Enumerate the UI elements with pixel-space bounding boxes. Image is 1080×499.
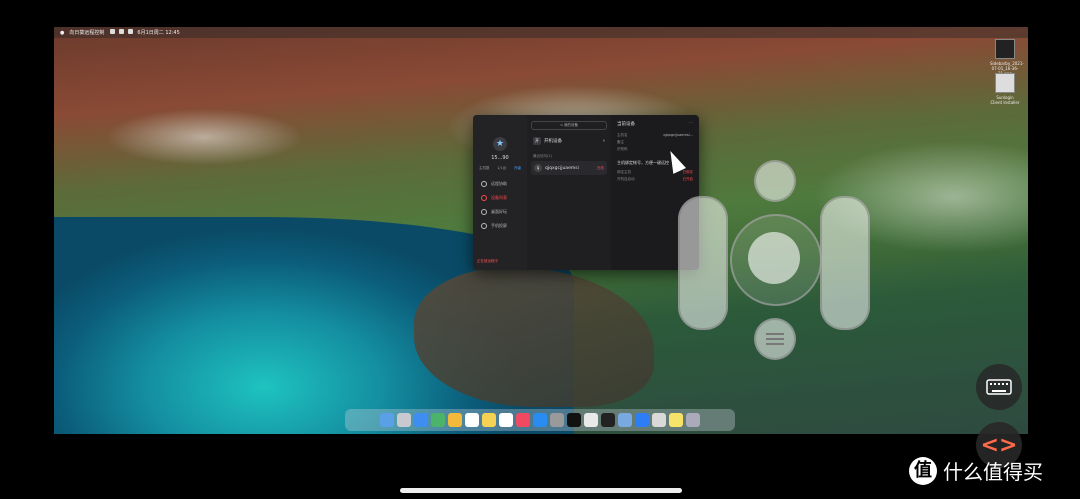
detail-title: 当前设备 — [617, 122, 635, 127]
detail-value: qjqxgcjjuaemsi... — [663, 133, 693, 137]
epic-icon[interactable] — [601, 413, 615, 427]
sidebar-item-device-list[interactable]: 设备列表 — [473, 191, 527, 205]
status-icon[interactable] — [110, 29, 116, 34]
sidebar-item-label: 手机投屏 — [491, 223, 507, 228]
photos-icon[interactable] — [448, 413, 462, 427]
virtual-gamepad[interactable] — [676, 160, 876, 360]
apple-icon[interactable]: ● — [60, 30, 64, 36]
mac-dock — [345, 409, 735, 431]
sparkle-icon — [481, 209, 487, 215]
detail-header: 当前设备 ··· — [617, 121, 693, 127]
link-icon — [481, 181, 487, 187]
watermark-logo: 值 — [909, 456, 937, 485]
qq-icon[interactable] — [567, 413, 581, 427]
sidebar-item-label: 设备列表 — [491, 195, 507, 200]
upgrade-link[interactable]: 升级 — [514, 166, 521, 171]
device-list-item[interactable]: q qjqxgcjjuaemsi 在线 — [531, 161, 607, 175]
menubar-status: 6月1日周二 12:45 — [104, 27, 1022, 42]
sunlogin-icon[interactable] — [635, 413, 649, 427]
calendar-icon[interactable] — [465, 413, 479, 427]
hamburger-menu-icon[interactable] — [754, 318, 796, 360]
watermark-text: 什么值得买 — [943, 460, 1043, 484]
sidebar-item-screen-mirror[interactable]: 手机投屏 — [473, 219, 527, 233]
recent-label: 最近访问(1) — [533, 154, 552, 158]
desktop-file-icon[interactable]: Sidebarby_2021-07-01_16-36-31.png — [990, 39, 1024, 76]
device-icon — [481, 195, 487, 201]
detail-key: 主机名 — [617, 133, 628, 137]
music-icon[interactable] — [516, 413, 530, 427]
mirror-icon — [481, 223, 487, 229]
left-trigger-button[interactable] — [678, 196, 728, 330]
watermark: 值 什么值得买 — [909, 456, 1043, 485]
sidebar-nav: 远程协助 设备列表 桌面好玩 手机投屏 — [473, 177, 527, 233]
keyboard-button[interactable] — [976, 364, 1022, 410]
keyboard-icon — [986, 379, 1012, 395]
menubar-clock[interactable]: 6月1日周二 12:45 — [137, 29, 179, 36]
status-icon[interactable] — [119, 29, 125, 34]
device-list-panel: < 我的设备 开 开机设备 ▾ 最近访问(1) q qjqxgcjjuaemsi… — [527, 115, 611, 270]
stickies-icon[interactable] — [669, 413, 683, 427]
mac-menubar: ● 向日葵远程控制 6月1日周二 12:45 — [54, 27, 1028, 38]
chevron-down-icon[interactable]: ▾ — [603, 139, 605, 144]
joystick-knob[interactable] — [748, 232, 800, 284]
desktop-installer-label: Sunlogin Client Installer — [990, 95, 1020, 105]
menubar-app-name[interactable]: 向日葵远程控制 — [69, 29, 104, 36]
star-icon[interactable]: ★ — [493, 137, 507, 151]
more-icon[interactable]: ··· — [689, 121, 693, 127]
detail-key: 开机自启动 — [617, 177, 635, 181]
device-group-row[interactable]: 开 开机设备 ▾ — [531, 134, 607, 148]
plan-label: 主机数 — [479, 166, 490, 170]
sidebar-item-label: 桌面好玩 — [491, 209, 507, 214]
launchpad-icon[interactable] — [397, 413, 411, 427]
device-status-tag: 在线 — [597, 165, 604, 170]
top-button[interactable] — [754, 160, 796, 202]
username: 15...90 — [491, 155, 509, 161]
plan-count: 1/1台 — [497, 166, 507, 170]
detail-row: 识别码 — [617, 147, 693, 152]
group-badge: 开 — [533, 137, 541, 145]
mail-icon[interactable] — [414, 413, 428, 427]
trash-icon[interactable] — [686, 413, 700, 427]
chrome-icon[interactable] — [584, 413, 598, 427]
device-initial: q — [534, 164, 542, 172]
reminders-icon[interactable] — [499, 413, 513, 427]
image-file-icon — [995, 39, 1015, 59]
plan-info: 主机数 1/1台 升级 — [473, 166, 527, 171]
sidebar-item-desktop-fun[interactable]: 桌面好玩 — [473, 205, 527, 219]
group-label: 开机设备 — [544, 139, 562, 144]
remote-desktop[interactable]: ● 向日葵远程控制 6月1日周二 12:45 Sidebarby_2021-07… — [54, 27, 1028, 434]
detail-row: 备注 — [617, 140, 693, 145]
device-name: qjqxgcjjuaemsi — [545, 165, 579, 171]
finder2-icon[interactable] — [618, 413, 632, 427]
notes-icon[interactable] — [482, 413, 496, 427]
back-button[interactable]: < 我的设备 — [531, 121, 607, 130]
desktop-installer-icon[interactable]: Sunlogin Client Installer — [990, 73, 1020, 105]
detail-key: 绑定主机 — [617, 170, 631, 174]
status-icon[interactable] — [128, 29, 134, 34]
detail-row: 主机名 qjqxgcjjuaemsi... — [617, 133, 693, 138]
detail-key: 识别码 — [617, 147, 628, 151]
sunlogin-window: ★ 15...90 主机数 1/1台 升级 远程协助 设备列表 桌面好玩 手机投… — [473, 115, 699, 270]
remote-status: 正在被远程中 — [477, 259, 498, 263]
right-trigger-button[interactable] — [820, 196, 870, 330]
detail-key: 备注 — [617, 140, 624, 144]
home-indicator[interactable] — [400, 488, 682, 493]
sidebar-item-remote-assist[interactable]: 远程协助 — [473, 177, 527, 191]
settings-icon[interactable] — [550, 413, 564, 427]
finder-icon[interactable] — [380, 413, 394, 427]
appstore-icon[interactable] — [533, 413, 547, 427]
window-sidebar: ★ 15...90 主机数 1/1台 升级 远程协助 设备列表 桌面好玩 手机投… — [473, 115, 527, 270]
disk-image-icon — [995, 73, 1015, 93]
sidebar-item-label: 远程协助 — [491, 181, 507, 186]
preview-icon[interactable] — [652, 413, 666, 427]
maps-icon[interactable] — [431, 413, 445, 427]
coast-wallpaper — [414, 267, 654, 407]
